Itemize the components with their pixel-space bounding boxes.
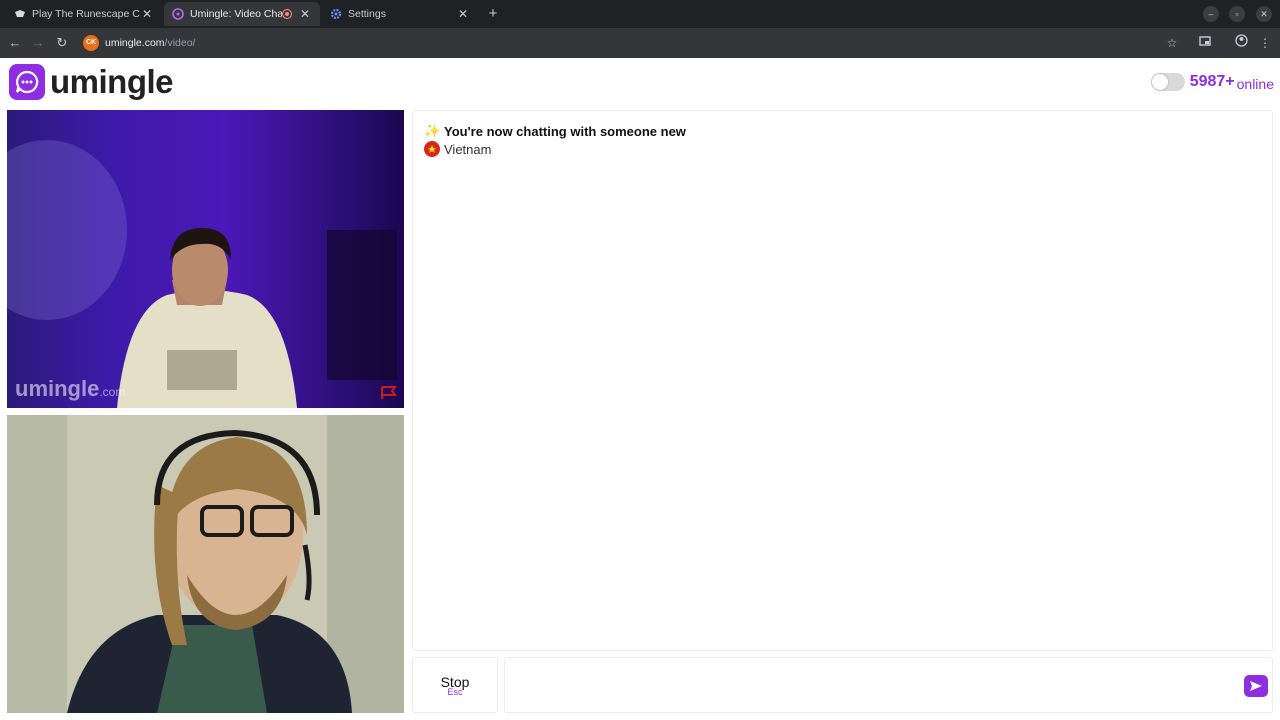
message-box bbox=[504, 657, 1273, 713]
remote-video: umingle.com bbox=[7, 110, 404, 408]
browser-tab-bar: Play The Runescape Cra ✕ Umingle: Video … bbox=[0, 0, 1280, 28]
bookmark-star-icon[interactable]: ☆ bbox=[1163, 34, 1181, 52]
local-video bbox=[7, 415, 404, 713]
online-label: online bbox=[1236, 76, 1274, 92]
watermark: umingle.com bbox=[15, 376, 126, 401]
recording-icon bbox=[282, 9, 292, 19]
theme-toggle[interactable] bbox=[1150, 73, 1185, 91]
site-logo[interactable]: umingle bbox=[9, 63, 174, 101]
close-icon[interactable]: ✕ bbox=[456, 7, 470, 21]
message-input[interactable] bbox=[513, 666, 1233, 706]
forward-button[interactable]: → bbox=[29, 34, 47, 52]
site-icon[interactable]: CK bbox=[83, 35, 99, 51]
close-icon[interactable]: ✕ bbox=[298, 7, 312, 21]
close-icon[interactable]: ✕ bbox=[140, 7, 154, 21]
menu-icon[interactable]: ⋮ bbox=[1256, 34, 1274, 52]
sparkles-icon: ✨ bbox=[424, 123, 441, 138]
tab-title: Settings bbox=[348, 8, 386, 20]
address-bar[interactable]: CK umingle.com/video/ bbox=[80, 31, 1150, 55]
cast-icon[interactable] bbox=[1196, 34, 1214, 52]
local-video-frame bbox=[7, 415, 404, 713]
profile-icon[interactable] bbox=[1232, 34, 1250, 52]
send-icon bbox=[1250, 681, 1262, 691]
report-flag-icon[interactable] bbox=[380, 386, 398, 400]
tab-title: Umingle: Video Chat bbox=[190, 8, 282, 20]
umingle-icon bbox=[172, 8, 184, 20]
url-path: /video/ bbox=[164, 37, 196, 49]
browser-toolbar: ← → ↻ CK umingle.com/video/ ☆ ⋮ bbox=[0, 28, 1280, 58]
send-button[interactable] bbox=[1244, 675, 1268, 697]
tab-umingle[interactable]: Umingle: Video Chat ✕ bbox=[164, 2, 320, 26]
back-button[interactable]: ← bbox=[6, 34, 24, 52]
tab-runescape[interactable]: Play The Runescape Cra ✕ bbox=[6, 2, 162, 26]
vietnam-flag-icon bbox=[424, 141, 440, 157]
logo-text: umingle bbox=[50, 63, 174, 100]
runescape-icon bbox=[14, 8, 26, 20]
new-tab-button[interactable]: + bbox=[484, 5, 502, 23]
online-indicator: 5987+ online bbox=[1150, 72, 1274, 92]
chat-panel: ✨ You're now chatting with someone new V… bbox=[412, 110, 1273, 651]
partner-country: Vietnam bbox=[444, 141, 492, 157]
chat-status-line: ✨ You're now chatting with someone new bbox=[424, 123, 686, 139]
status-message: You're now chatting with someone new bbox=[444, 123, 686, 139]
remote-video-frame bbox=[7, 140, 397, 408]
online-count: 5987+ bbox=[1189, 73, 1235, 90]
page: umingle 5987+ online umingle.com ✨ You'r… bbox=[0, 58, 1280, 720]
reload-button[interactable]: ↻ bbox=[53, 34, 71, 52]
esc-shortcut-label: Esc bbox=[447, 687, 463, 697]
close-window-button[interactable]: ✕ bbox=[1256, 6, 1272, 22]
chat-country-line: Vietnam bbox=[424, 141, 491, 157]
tab-settings[interactable]: Settings ✕ bbox=[322, 2, 478, 26]
stop-button[interactable]: Stop Esc bbox=[412, 657, 498, 713]
chat-bubble-icon bbox=[9, 64, 45, 100]
url-host: umingle.com bbox=[105, 37, 165, 49]
tab-title: Play The Runescape Cra bbox=[32, 8, 140, 20]
toggle-knob bbox=[1151, 74, 1168, 90]
maximize-button[interactable]: ▫ bbox=[1229, 6, 1245, 22]
gear-icon bbox=[330, 8, 342, 20]
minimize-button[interactable]: – bbox=[1203, 6, 1219, 22]
